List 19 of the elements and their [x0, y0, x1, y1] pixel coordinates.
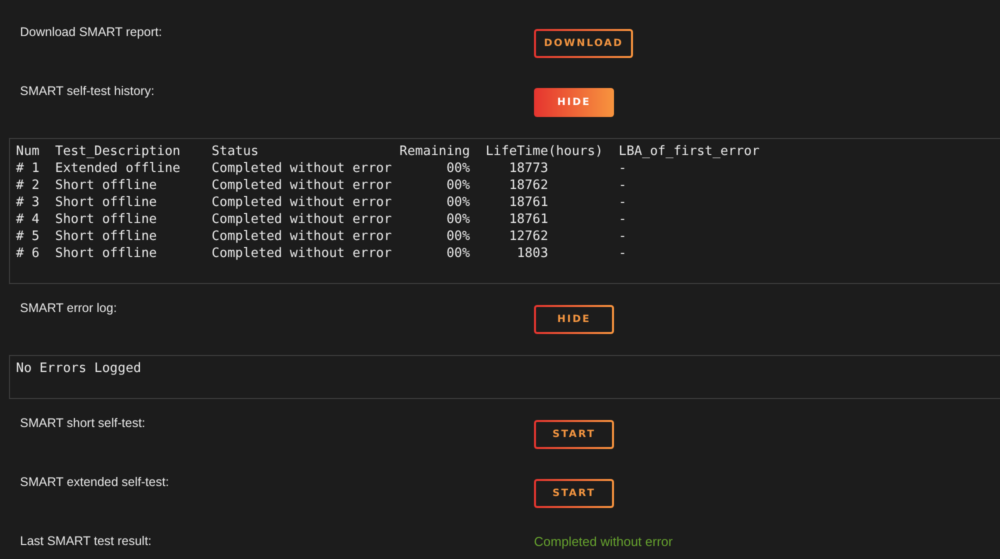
result-value: Completed without error — [534, 534, 673, 549]
action-button[interactable]: HIDE — [534, 305, 614, 334]
output-line: # 4 Short offline Completed without error 00% 18761 - — [16, 211, 628, 228]
output-line: # 3 Short offline Completed without error 00% 18761 - — [16, 194, 628, 211]
action-button[interactable]: DOWNLOAD — [534, 29, 634, 58]
setting-label: Download SMART report: — [20, 25, 163, 39]
setting-label: SMART self-test history: — [20, 84, 156, 98]
output-line: Num Test_Description Status Remaining LifeTime(hours) LBA_of_first_error — [16, 143, 761, 160]
setting-label: Last SMART test result: — [20, 534, 153, 548]
action-button[interactable]: START — [534, 479, 614, 508]
setting-label: SMART extended self-test: — [20, 475, 170, 489]
output-line: # 2 Short offline Completed without error 00% 18762 - — [16, 177, 628, 194]
output-line: # 5 Short offline Completed without error 00% 12762 - — [16, 228, 628, 245]
setting-label: SMART short self-test: — [20, 416, 146, 430]
output-line: # 1 Extended offline Completed without error 00% 18773 - — [16, 160, 628, 177]
action-button[interactable]: START — [534, 420, 614, 449]
output-line: No Errors Logged — [16, 360, 142, 377]
output-line: # 6 Short offline Completed without error 00% 1803 - — [16, 245, 628, 262]
setting-label: SMART error log: — [20, 301, 118, 315]
